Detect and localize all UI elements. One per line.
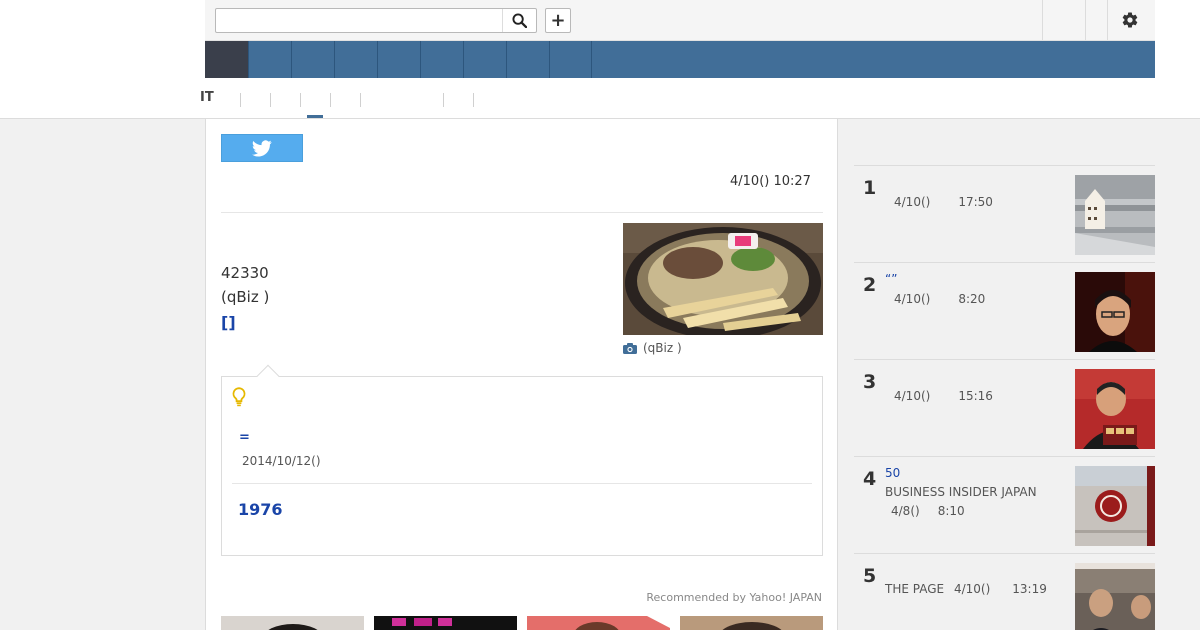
plus-icon: + xyxy=(550,10,566,31)
recommended-thumbnail[interactable] xyxy=(680,616,823,630)
nav-item[interactable] xyxy=(420,41,463,78)
rank-number: 5 xyxy=(863,565,877,587)
twitter-bird-icon xyxy=(252,139,272,156)
ranking-item[interactable]: 4 50 BUSINESS INSIDER JAPAN 4/8() 8:10 xyxy=(854,456,1155,553)
rank-meta: 4/10() 15:16 xyxy=(894,389,993,403)
search-button[interactable] xyxy=(502,9,536,32)
article-main: 4/10() 10:27 42330 (qBiz ) [] (qBiz ) = … xyxy=(205,118,838,630)
rank-date: 4/10() xyxy=(894,389,931,403)
divider xyxy=(221,212,823,213)
rank-date: 4/10() xyxy=(953,582,991,596)
related-link-2[interactable]: 1976 xyxy=(238,500,283,519)
related-link[interactable]: = xyxy=(239,430,250,445)
settings-button[interactable] xyxy=(1110,8,1150,32)
rank-time: 8:20 xyxy=(958,292,986,306)
recommended-thumbnails xyxy=(221,616,823,630)
main-nav xyxy=(205,41,1155,78)
rank-thumbnail[interactable] xyxy=(1075,272,1155,352)
rank-source: THE PAGE xyxy=(885,582,945,596)
lead-source: (qBiz ) xyxy=(221,288,270,306)
rank-thumbnail[interactable] xyxy=(1075,466,1155,546)
tab-it[interactable]: IT xyxy=(200,90,214,105)
camera-icon xyxy=(623,342,637,354)
divider xyxy=(443,93,444,107)
lead-link[interactable]: [] xyxy=(221,313,236,332)
rank-number: 1 xyxy=(863,177,877,199)
divider xyxy=(1042,0,1043,40)
search-box xyxy=(215,8,537,33)
recommended-thumbnail[interactable] xyxy=(374,616,517,630)
divider xyxy=(360,93,361,107)
divider xyxy=(300,93,301,107)
nav-item[interactable] xyxy=(248,41,291,78)
ranking-item[interactable]: 3 4/10() 15:16 xyxy=(854,359,1155,456)
recommended-thumbnail[interactable] xyxy=(527,616,670,630)
ranking-list: 1 4/10() 17:50 2 “” 4/10() 8:20 3 4/10()… xyxy=(854,165,1155,630)
rank-time: 13:19 xyxy=(1012,582,1047,596)
article-photo[interactable] xyxy=(623,223,823,335)
related-box: = 2014/10/12() 1976 xyxy=(221,364,823,556)
rank-meta: 4/8() 8:10 xyxy=(891,504,965,518)
ranking-item[interactable]: 2 “” 4/10() 8:20 xyxy=(854,262,1155,359)
add-button[interactable]: + xyxy=(545,8,571,33)
rank-thumbnail[interactable] xyxy=(1075,369,1155,449)
divider xyxy=(240,93,241,107)
rank-source: BUSINESS INSIDER JAPAN xyxy=(885,485,1037,499)
divider xyxy=(1085,0,1086,40)
rank-date: 4/10() xyxy=(894,292,931,306)
rank-date: 4/10() xyxy=(894,195,931,209)
rank-date: 4/8() xyxy=(891,504,920,518)
rank-time: 17:50 xyxy=(958,195,993,209)
recommended-thumbnail[interactable] xyxy=(221,616,364,630)
photo-caption: (qBiz ) xyxy=(623,341,682,355)
rank-time: 8:10 xyxy=(937,504,965,518)
rank-thumbnail[interactable] xyxy=(1075,563,1155,630)
lead-number: 42330 xyxy=(221,264,269,282)
rank-number: 2 xyxy=(863,274,877,296)
nav-item[interactable] xyxy=(549,41,592,78)
article-datetime: 4/10() 10:27 xyxy=(730,174,811,189)
rank-title[interactable]: 50 xyxy=(885,466,900,480)
lightbulb-icon xyxy=(232,387,246,411)
search-icon xyxy=(512,13,527,28)
rank-title[interactable]: “” xyxy=(885,272,897,286)
nav-item[interactable] xyxy=(291,41,334,78)
rank-number: 4 xyxy=(863,468,877,490)
divider xyxy=(330,93,331,107)
category-tabs xyxy=(205,78,1155,119)
rank-number: 3 xyxy=(863,371,877,393)
callout-arrow xyxy=(256,364,280,388)
recommended-label: Recommended by Yahoo! JAPAN xyxy=(646,591,822,604)
divider xyxy=(270,93,271,107)
rank-meta: THE PAGE 4/10() 13:19 xyxy=(885,582,1047,596)
caption-text: (qBiz ) xyxy=(643,341,682,355)
nav-item[interactable] xyxy=(377,41,420,78)
nav-item[interactable] xyxy=(463,41,506,78)
rank-meta: 4/10() 17:50 xyxy=(894,195,993,209)
divider xyxy=(473,93,474,107)
nav-item[interactable] xyxy=(506,41,549,78)
rank-meta: 4/10() 8:20 xyxy=(894,292,985,306)
search-input[interactable] xyxy=(216,9,496,32)
tweet-button[interactable] xyxy=(221,134,303,162)
rank-thumbnail[interactable] xyxy=(1075,175,1155,255)
ranking-item[interactable]: 5 THE PAGE 4/10() 13:19 xyxy=(854,553,1155,630)
nav-home[interactable] xyxy=(205,41,248,78)
divider xyxy=(1107,0,1108,40)
top-bar: + xyxy=(205,0,1155,41)
nav-item[interactable] xyxy=(334,41,377,78)
divider xyxy=(232,483,812,484)
rank-time: 15:16 xyxy=(958,389,993,403)
ranking-item[interactable]: 1 4/10() 17:50 xyxy=(854,165,1155,262)
gear-icon xyxy=(1122,12,1138,28)
related-date: 2014/10/12() xyxy=(242,454,321,468)
